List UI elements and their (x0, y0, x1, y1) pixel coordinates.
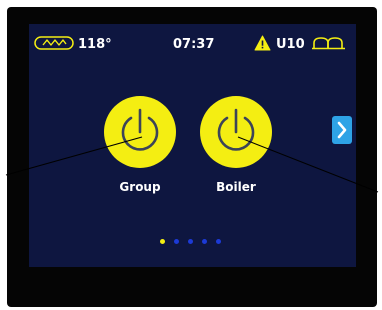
group-callout-line (5, 136, 143, 176)
callout-lines (5, 136, 379, 193)
boiler-callout-line (237, 136, 379, 193)
